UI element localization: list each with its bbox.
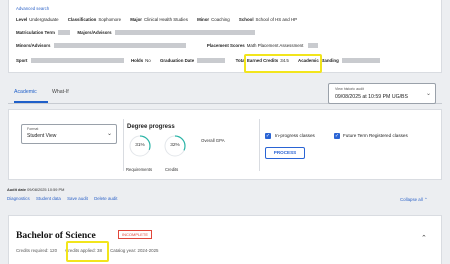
student-info-row-1: Level Undergraduate Classification Sophomo… <box>16 17 305 22</box>
format-label: Format <box>27 127 39 131</box>
minors-advisors-label: Minors/Advisors <box>16 43 51 48</box>
level-label: Level <box>16 17 28 22</box>
chevron-up-icon: ⌃ <box>423 197 428 202</box>
credits-required-value: 120 <box>49 248 58 253</box>
requirements-label: Requirements <box>126 167 153 172</box>
in-progress-label: In-progress classes <box>275 133 315 138</box>
matriculation-term-label: Matriculation Term <box>16 30 55 35</box>
chevron-down-icon: ⌄ <box>425 91 431 97</box>
degree-progress-card: Format Student View ⌄ Degree progress 31… <box>8 109 442 180</box>
total-earned-credits-highlight <box>244 54 322 73</box>
audit-date-label: Audit date <box>7 187 27 192</box>
redacted-value <box>30 58 124 64</box>
degree-title: Bachelor of Science <box>16 230 96 241</box>
format-select[interactable]: Format Student View ⌄ <box>21 124 117 144</box>
audit-actions: Diagnostics Student data Save audit Dele… <box>7 196 123 201</box>
placement-scores-value: Math Placement Assessment <box>246 43 304 48</box>
student-data-link[interactable]: Student data <box>36 196 61 201</box>
minor-label: Minor <box>197 17 210 22</box>
catalog-year-value: 2024-2025 <box>137 248 159 253</box>
historic-audit-value: 09/08/2025 at 10:59 PM UG/BS <box>335 94 408 100</box>
majors-advisors-label: Majors/Advisors <box>77 30 112 35</box>
holds-label: Holds <box>130 58 144 63</box>
chevron-up-icon[interactable]: ⌃ <box>421 234 427 242</box>
classification-label: Classification <box>67 17 97 22</box>
credits-applied-highlight <box>66 241 109 262</box>
redacted-value <box>342 58 381 64</box>
requirements-percent: 31% <box>135 143 145 148</box>
school-label: School <box>238 17 254 22</box>
minor-value: Coaching <box>211 17 230 22</box>
active-tab-indicator <box>14 101 48 103</box>
requirements-progress-ring: 31% <box>128 134 152 158</box>
audit-date-value: 09/08/2025 10:59 PM <box>27 187 65 192</box>
degree-progress-title: Degree progress <box>127 124 175 130</box>
credits-percent: 32% <box>170 143 180 148</box>
redacted-value <box>114 30 255 36</box>
process-button[interactable]: PROCESS <box>265 147 305 159</box>
student-info-row-2: Matriculation Term Majors/Advisors <box>16 30 255 36</box>
school-value: School of HS and HP <box>255 17 298 22</box>
redacted-value <box>307 43 318 49</box>
credits-required-label: Credits required: <box>16 248 49 253</box>
overall-gpa-label: Overall GPA <box>201 138 225 143</box>
redacted-value <box>197 58 226 64</box>
classification-value: Sophomore <box>98 17 122 22</box>
tab-academic[interactable]: Academic <box>14 89 37 95</box>
credits-label: Credits <box>165 167 179 172</box>
format-value: Student View <box>27 133 57 139</box>
delete-audit-link[interactable]: Delete audit <box>94 196 117 201</box>
student-info-row-4: Sport Holds No Graduation Date Total Earn… <box>16 58 381 64</box>
divider <box>123 119 124 171</box>
chevron-down-icon: ⌄ <box>106 131 112 137</box>
placement-scores-label: Placement Scores <box>206 43 245 48</box>
in-progress-checkbox[interactable]: ✓ <box>265 133 271 139</box>
redacted-value <box>53 43 186 49</box>
graduation-date-label: Graduation Date <box>160 58 195 63</box>
redacted-value <box>58 30 71 36</box>
credits-progress-ring: 32% <box>163 134 187 158</box>
future-term-label: Future Term Registered classes <box>343 133 408 138</box>
major-label: Major <box>130 17 142 22</box>
sport-label: Sport <box>16 58 28 63</box>
level-value: Undergraduate <box>29 17 59 22</box>
collapse-all-link[interactable]: Collapse all ⌃ <box>400 197 428 203</box>
historic-audit-label: View historic audit <box>335 87 364 91</box>
historic-audit-select[interactable]: View historic audit 09/08/2025 at 10:59 … <box>328 83 436 104</box>
diagnostics-link[interactable]: Diagnostics <box>7 196 30 201</box>
holds-value: No <box>145 58 151 63</box>
catalog-year-label: Catalog year: <box>110 248 137 253</box>
major-value: Clinical Health Studies <box>143 17 188 22</box>
audit-date: Audit date 09/08/2025 10:59 PM <box>7 187 64 192</box>
student-info-row-3: Minors/Advisors Placement Scores Math Pla… <box>16 43 318 49</box>
collapse-all-label: Collapse all <box>400 197 423 202</box>
future-term-checkbox[interactable]: ✓ <box>334 133 340 139</box>
status-badge: INCOMPLETE <box>118 230 153 239</box>
student-info-card: Advanced search Level Undergraduate Class… <box>8 0 442 73</box>
save-audit-link[interactable]: Save audit <box>67 196 88 201</box>
advanced-search-link[interactable]: Advanced search <box>16 6 49 11</box>
divider <box>259 119 260 171</box>
tab-what-if[interactable]: What-If <box>52 89 69 95</box>
